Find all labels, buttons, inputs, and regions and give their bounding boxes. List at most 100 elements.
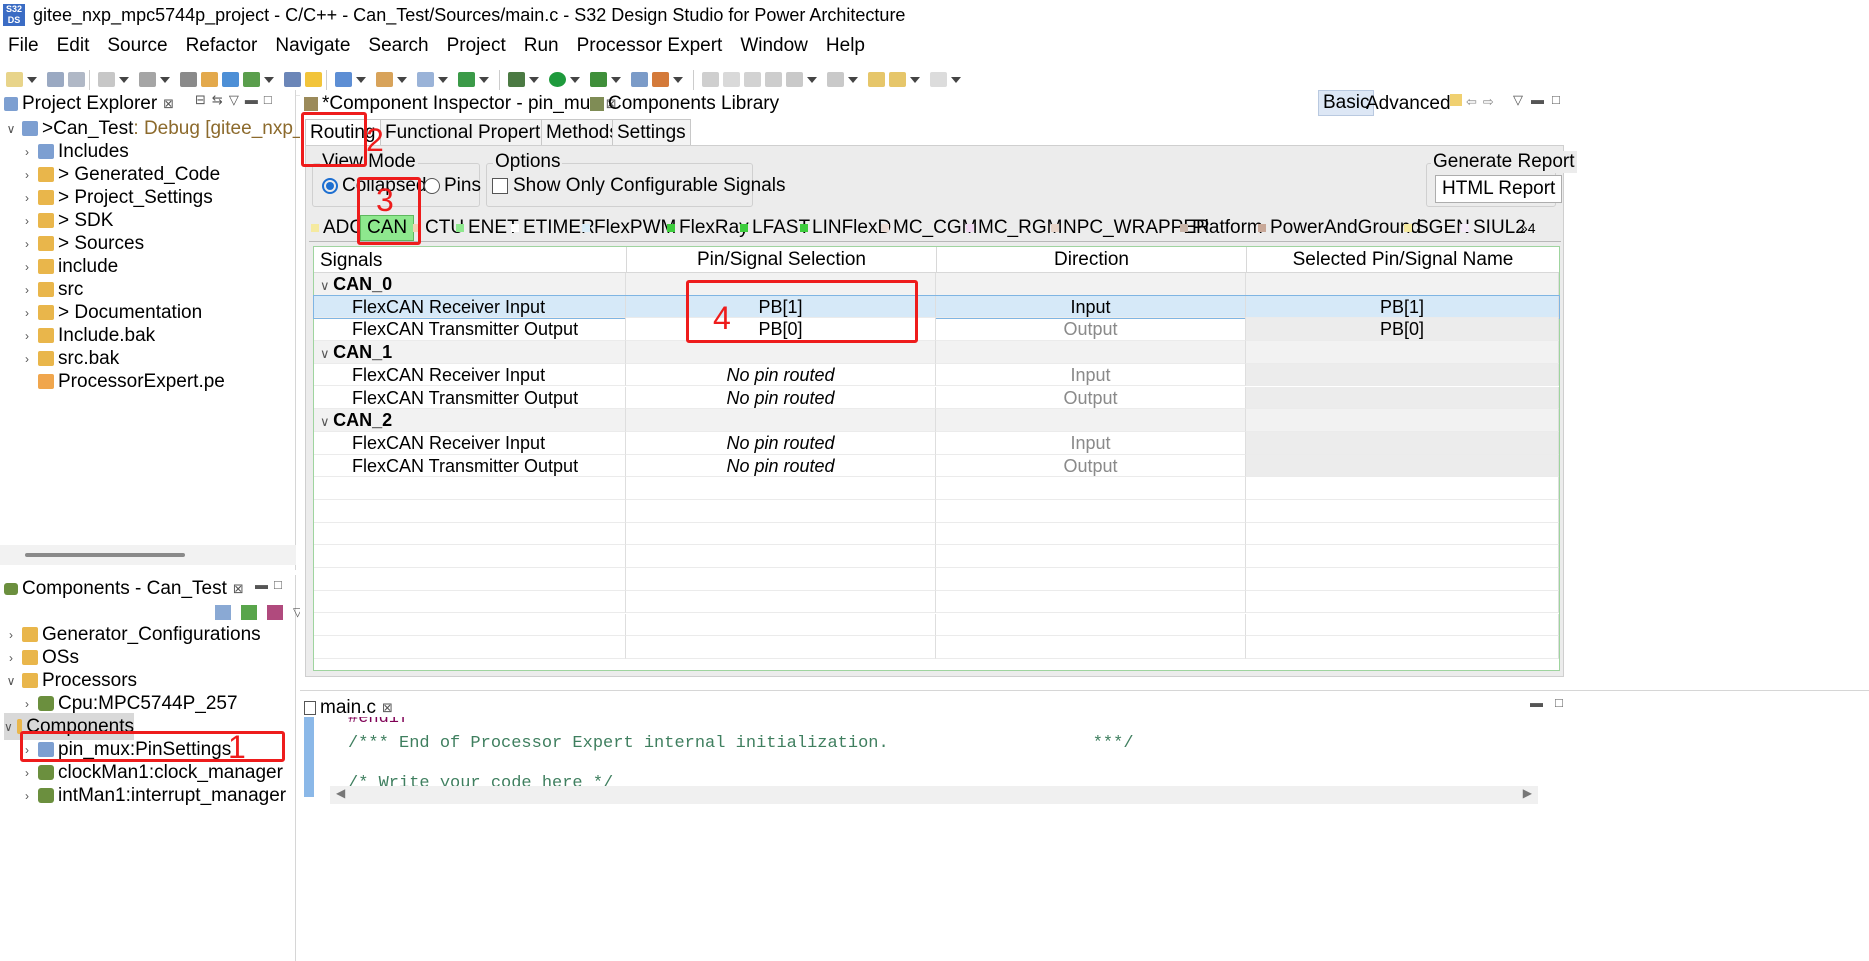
maximize-icon[interactable]: □ — [1555, 695, 1575, 710]
expand-arrow-icon[interactable]: ∨ — [320, 278, 333, 293]
minimize-icon[interactable]: ▬ — [1530, 695, 1555, 710]
link-editor-icon[interactable]: ⇆ — [212, 92, 229, 107]
next-annotation-dropdown-icon[interactable] — [807, 76, 817, 83]
pin-selection-cell[interactable]: No pin routed — [626, 454, 936, 478]
table-group-row[interactable]: ∨ CAN_1 — [314, 341, 1559, 364]
column-header-pin-selection[interactable]: Pin/Signal Selection — [626, 247, 936, 273]
pen-icon[interactable] — [702, 72, 719, 87]
expand-arrow-icon[interactable]: › — [20, 168, 34, 182]
table-row[interactable]: FlexCAN Receiver Input No pin routed Input — [314, 431, 1559, 455]
window-icon[interactable] — [222, 72, 239, 87]
table-row[interactable]: FlexCAN Transmitter Output No pin routed O… — [314, 454, 1559, 478]
group-tab-flexpwm[interactable]: FlexPWM — [582, 215, 676, 241]
run-dropdown-icon[interactable] — [570, 76, 580, 83]
package-icon[interactable] — [243, 72, 260, 87]
search-tool-icon[interactable] — [284, 72, 301, 87]
expand-arrow-icon[interactable]: › — [20, 191, 34, 205]
debug-icon[interactable] — [508, 72, 525, 87]
advanced-mode-button[interactable]: Advanced — [1366, 92, 1451, 116]
pe-dropdown-icon[interactable] — [397, 76, 407, 83]
html-report-button[interactable]: HTML Report — [1435, 175, 1563, 203]
pin-selection-cell[interactable]: No pin routed — [626, 431, 936, 455]
group-tab-linflexd[interactable]: LINFlexD — [800, 215, 891, 241]
prev-annotation-dropdown-icon[interactable] — [848, 76, 858, 83]
forward-arrow-icon[interactable]: ⇨ — [1483, 94, 1500, 109]
expand-arrow-icon[interactable]: › — [20, 306, 34, 320]
show-configurable-checkbox[interactable]: Show Only Configurable Signals — [492, 175, 786, 197]
scroll-right-icon[interactable]: ▶ — [1523, 786, 1532, 800]
build-dropdown-icon[interactable] — [160, 76, 170, 83]
maximize-icon[interactable]: □ — [274, 577, 288, 592]
save-all-icon[interactable] — [68, 72, 85, 87]
refresh-icon[interactable] — [241, 605, 257, 620]
toggle-mark-icon[interactable] — [723, 72, 740, 87]
save-icon[interactable] — [47, 72, 64, 87]
tab-settings[interactable]: Settings — [612, 119, 691, 145]
minimize-icon[interactable]: ▬ — [245, 92, 264, 107]
back-arrow-icon[interactable]: ⇦ — [1466, 94, 1483, 109]
menu-file[interactable]: File — [8, 35, 39, 57]
code-area[interactable]: #endif /*** End of Processor Expert inte… — [330, 717, 1538, 797]
export-icon[interactable] — [201, 72, 218, 87]
build-icon[interactable] — [139, 72, 156, 87]
external-tools-icon[interactable] — [590, 72, 607, 87]
tree-item[interactable]: ProcessorExpert.pe — [20, 368, 225, 395]
view-menu-icon[interactable]: ▽ — [229, 92, 245, 107]
refresh-icon[interactable] — [458, 72, 475, 87]
whitespace-icon[interactable] — [765, 72, 782, 87]
binary-icon[interactable] — [180, 72, 197, 87]
menu-window[interactable]: Window — [740, 35, 808, 57]
table-group-row[interactable]: ∨ CAN_2 — [314, 409, 1559, 432]
back-dropdown-icon[interactable] — [910, 76, 920, 83]
horizontal-scrollbar[interactable] — [0, 545, 296, 565]
task-dropdown-icon[interactable] — [673, 76, 683, 83]
collapse-all-icon[interactable]: ⊟ — [195, 92, 212, 107]
expand-arrow-icon[interactable]: › — [20, 237, 34, 251]
close-icon[interactable]: ⊠ — [163, 96, 174, 112]
column-header-signals[interactable]: Signals — [320, 250, 382, 272]
menu-edit[interactable]: Edit — [57, 35, 90, 57]
group-tab-sgen[interactable]: SGEN — [1404, 215, 1470, 241]
open-type-icon[interactable] — [631, 72, 648, 87]
note-icon[interactable] — [1450, 94, 1462, 106]
expand-arrow-icon[interactable]: › — [20, 329, 34, 343]
close-icon[interactable]: ⊠ — [233, 581, 244, 597]
pin-selection-cell[interactable]: No pin routed — [626, 363, 936, 387]
run-icon[interactable] — [549, 72, 566, 87]
group-tab-platform[interactable]: Platform — [1180, 215, 1263, 241]
forward-dropdown-icon[interactable] — [951, 76, 961, 83]
view-menu-icon[interactable]: ▽ — [1513, 92, 1531, 107]
group-tab-flexray[interactable]: FlexRay — [667, 215, 749, 241]
next-annotation-icon[interactable] — [786, 72, 803, 87]
menu-processor-expert[interactable]: Processor Expert — [577, 35, 723, 57]
radio-checked-icon[interactable] — [322, 178, 338, 194]
external-tools-dropdown-icon[interactable] — [611, 76, 621, 83]
expand-arrow-icon[interactable]: ∨ — [320, 346, 333, 361]
maximize-icon[interactable]: □ — [1552, 92, 1568, 107]
close-icon[interactable]: ⊠ — [382, 700, 393, 716]
radio-unchecked-icon[interactable] — [424, 178, 440, 194]
menu-navigate[interactable]: Navigate — [275, 35, 350, 57]
expand-arrow-icon[interactable]: › — [20, 766, 34, 780]
table-row[interactable]: FlexCAN Transmitter Output PB[0] Output PB[… — [314, 318, 1559, 342]
expand-arrow-icon[interactable]: › — [20, 697, 34, 711]
pin-selection-cell[interactable]: No pin routed — [626, 386, 936, 410]
tree-item[interactable]: › intMan1:interrupt_manager — [20, 782, 286, 809]
group-tab-enet[interactable]: ENET — [456, 215, 519, 241]
column-header-selected-name[interactable]: Selected Pin/Signal Name — [1246, 247, 1559, 273]
generate-dropdown-icon[interactable] — [356, 76, 366, 83]
scrollbar-thumb[interactable] — [25, 553, 185, 557]
expand-arrow-icon[interactable]: › — [20, 789, 34, 803]
back-icon[interactable] — [889, 72, 906, 87]
expand-arrow-icon[interactable]: › — [4, 628, 18, 642]
table-row[interactable]: FlexCAN Receiver Input No pin routed Input — [314, 363, 1559, 387]
refresh-dropdown-icon[interactable] — [479, 76, 489, 83]
group-tab-siul2[interactable]: SIUL2 — [1461, 215, 1526, 241]
menu-source[interactable]: Source — [107, 35, 167, 57]
group-tab-adc[interactable]: ADC — [311, 215, 363, 241]
minimize-icon[interactable]: ▬ — [255, 577, 274, 592]
settings-icon[interactable] — [98, 72, 115, 87]
new-icon[interactable] — [6, 72, 23, 87]
column-header-direction[interactable]: Direction — [936, 247, 1246, 273]
components-tab[interactable]: Components - Can_Test ⊠ — [4, 577, 244, 601]
